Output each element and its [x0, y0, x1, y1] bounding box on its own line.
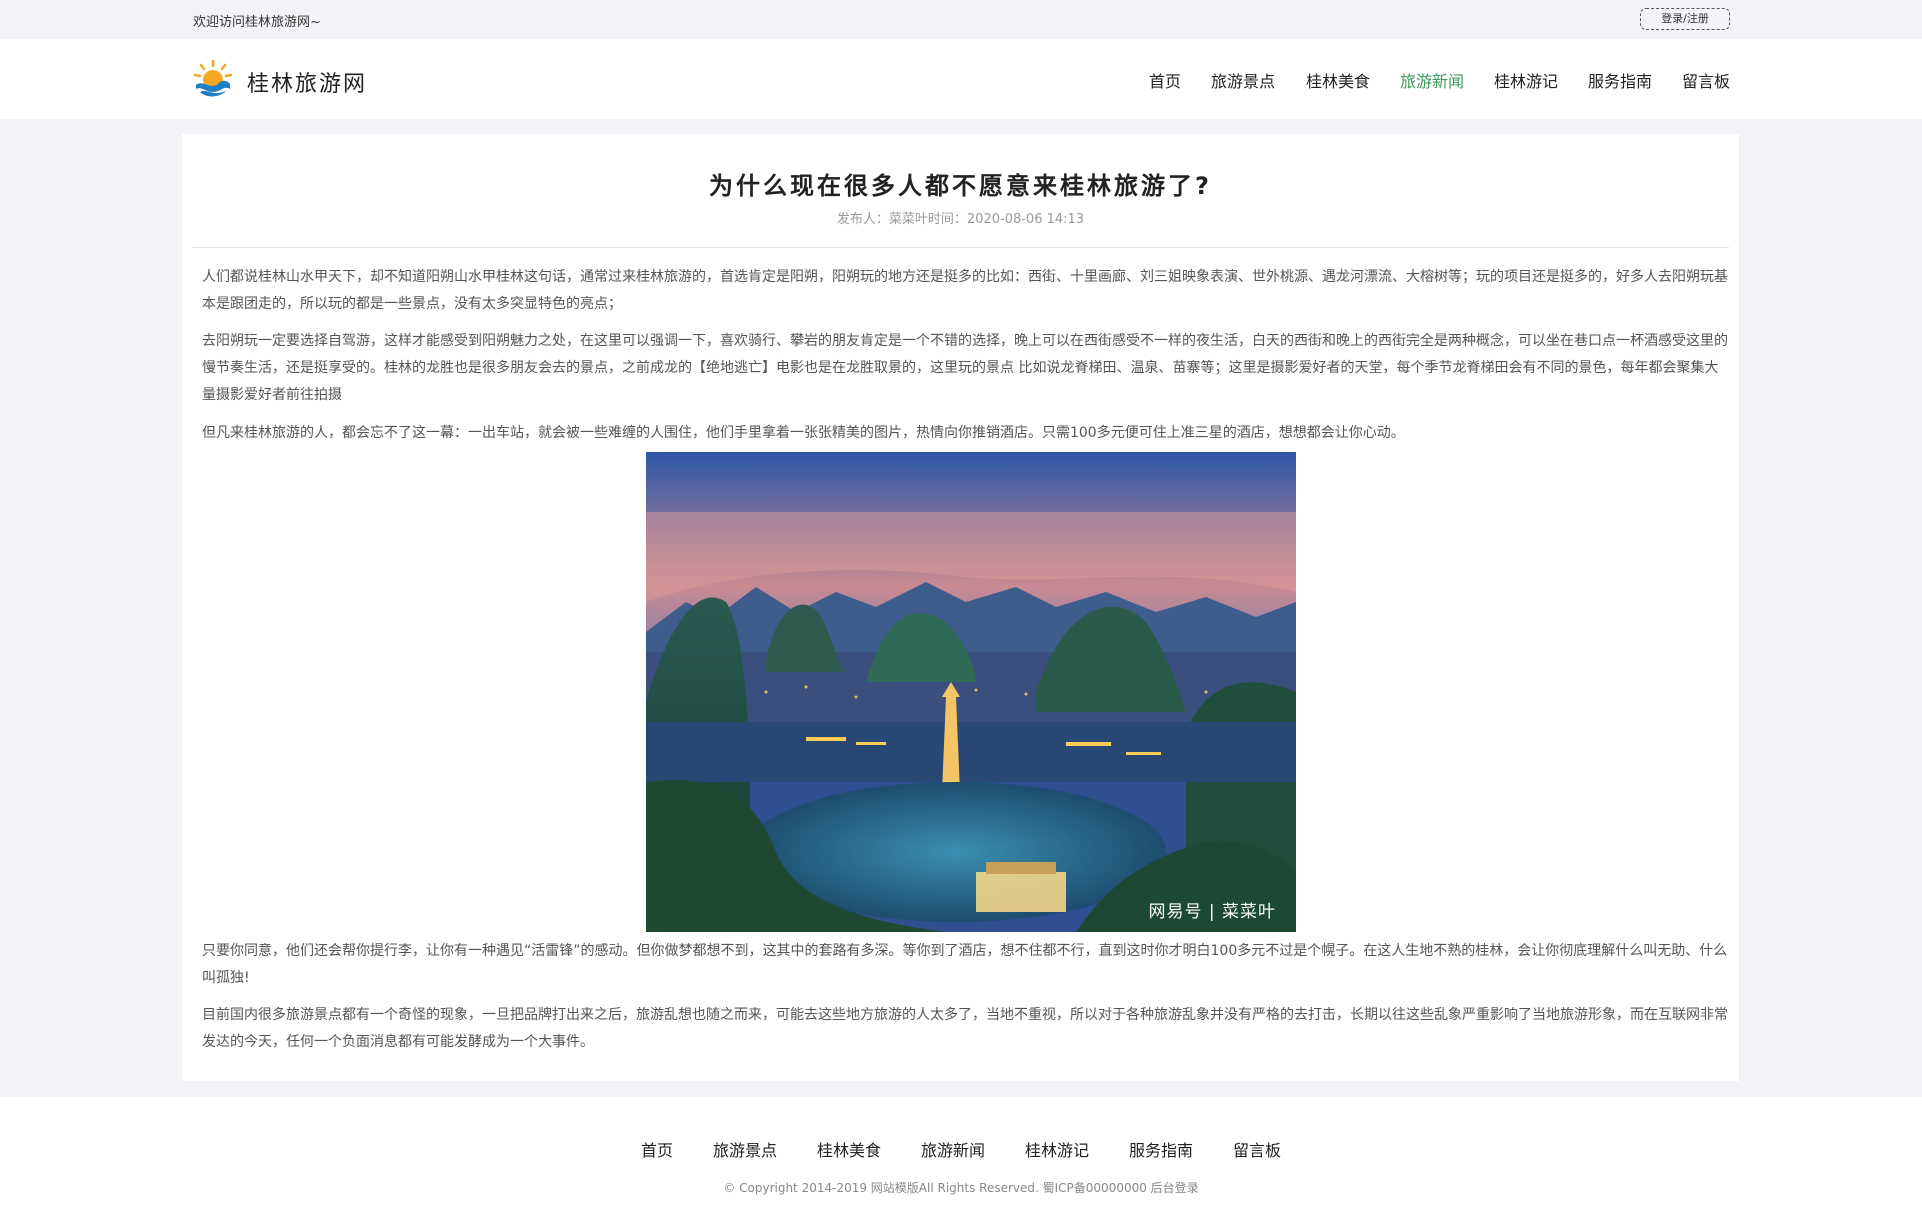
nav-item-attractions[interactable]: 旅游景点: [1211, 68, 1275, 92]
footer-nav-attractions[interactable]: 旅游景点: [713, 1137, 777, 1161]
article-title: 为什么现在很多人都不愿意来桂林旅游了?: [709, 172, 1212, 200]
footer: 首页 旅游景点 桂林美食 旅游新闻 桂林游记 服务指南 留言板 © Copyri…: [0, 1097, 1922, 1216]
footer-nav-guestbook[interactable]: 留言板: [1233, 1137, 1281, 1161]
article-paragraph: 只要你同意，他们还会帮你提行李，让你有一种遇见“活雷锋”的感动。但你做梦都想不到…: [202, 943, 1728, 986]
guilin-night-landscape-image: [646, 452, 1296, 932]
nav-item-home[interactable]: 首页: [1149, 68, 1181, 92]
nav-item-food[interactable]: 桂林美食: [1306, 68, 1370, 92]
login-register-button[interactable]: 登录/注册: [1640, 8, 1730, 30]
nav-item-guide[interactable]: 服务指南: [1588, 68, 1652, 92]
nav-item-news[interactable]: 旅游新闻: [1400, 68, 1464, 92]
nav-item-guestbook[interactable]: 留言板: [1682, 68, 1730, 92]
welcome-text: 欢迎访问桂林旅游网~: [193, 15, 321, 30]
main-nav: 首页 旅游景点 桂林美食 旅游新闻 桂林游记 服务指南 留言板: [0, 68, 1922, 92]
topbar: 欢迎访问桂林旅游网~ 登录/注册: [0, 0, 1922, 39]
article-photo: 网易号 | 菜菜叶: [646, 452, 1296, 932]
footer-nav-travelogue[interactable]: 桂林游记: [1025, 1137, 1089, 1161]
article-paragraph: 但凡来桂林旅游的人，都会忘不了这一幕：一出车站，就会被一些难缠的人围住，他们手里…: [202, 425, 1405, 441]
article-paragraph: 去阳朔玩一定要选择自驾游，这样才能感受到阳朔魅力之处，在这里可以强调一下，喜欢骑…: [202, 333, 1728, 403]
article-paragraph: 人们都说桂林山水甲天下，却不知道阳朔山水甲桂林这句话，通常过来桂林旅游的，首选肯…: [202, 269, 1728, 312]
nav-item-travelogue[interactable]: 桂林游记: [1494, 68, 1558, 92]
copyright-text: © Copyright 2014-2019 网站模版All Rights Res…: [723, 1181, 1199, 1195]
article-paragraph: 目前国内很多旅游景点都有一个奇怪的现象，一旦把品牌打出来之后，旅游乱想也随之而来…: [202, 1007, 1728, 1050]
image-watermark: 网易号 | 菜菜叶: [1148, 902, 1276, 922]
title-divider: [192, 247, 1729, 248]
footer-nav-guide[interactable]: 服务指南: [1129, 1137, 1193, 1161]
footer-nav-food[interactable]: 桂林美食: [817, 1137, 881, 1161]
footer-nav-home[interactable]: 首页: [641, 1137, 673, 1161]
footer-nav-news[interactable]: 旅游新闻: [921, 1137, 985, 1161]
article-meta: 发布人：菜菜叶时间：2020-08-06 14:13: [836, 212, 1085, 227]
article-container: 为什么现在很多人都不愿意来桂林旅游了? 发布人：菜菜叶时间：2020-08-06…: [182, 134, 1739, 1081]
header: 桂林旅游网 首页 旅游景点 桂林美食 旅游新闻 桂林游记 服务指南 留言板: [0, 39, 1922, 119]
footer-nav: 首页 旅游景点 桂林美食 旅游新闻 桂林游记 服务指南 留言板: [0, 1137, 1922, 1161]
